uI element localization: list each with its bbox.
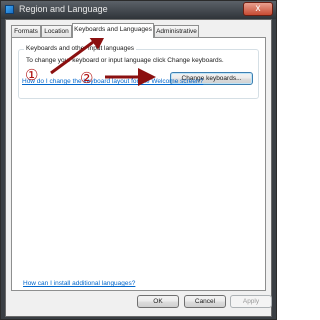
group-legend: Keyboards and other input languages	[24, 45, 137, 52]
title-bar[interactable]: Region and Language x	[1, 1, 276, 19]
tab-panel: Keyboards and other input languages To c…	[11, 37, 266, 291]
welcome-screen-keyboard-link[interactable]: How do I change the keyboard layout for …	[22, 78, 203, 85]
install-languages-link[interactable]: How can I install additional languages?	[23, 280, 135, 287]
group-description: To change your keyboard or input languag…	[26, 57, 224, 64]
tab-administrative[interactable]: Administrative	[154, 25, 199, 37]
region-language-window: Region and Language x Formats Location K…	[0, 0, 277, 320]
ok-button[interactable]: OK	[137, 295, 179, 308]
close-button[interactable]: x	[243, 2, 273, 16]
tab-keyboards-and-languages[interactable]: Keyboards and Languages	[72, 23, 154, 38]
globe-icon	[5, 5, 14, 14]
dialog-client-area: Formats Location Keyboards and Languages…	[5, 19, 272, 317]
tab-location[interactable]: Location	[41, 25, 72, 37]
keyboards-groupbox: Keyboards and other input languages To c…	[18, 45, 259, 99]
window-title: Region and Language	[19, 4, 108, 14]
cancel-button[interactable]: Cancel	[184, 295, 226, 308]
apply-button: Apply	[230, 295, 272, 308]
tab-formats[interactable]: Formats	[11, 25, 41, 37]
